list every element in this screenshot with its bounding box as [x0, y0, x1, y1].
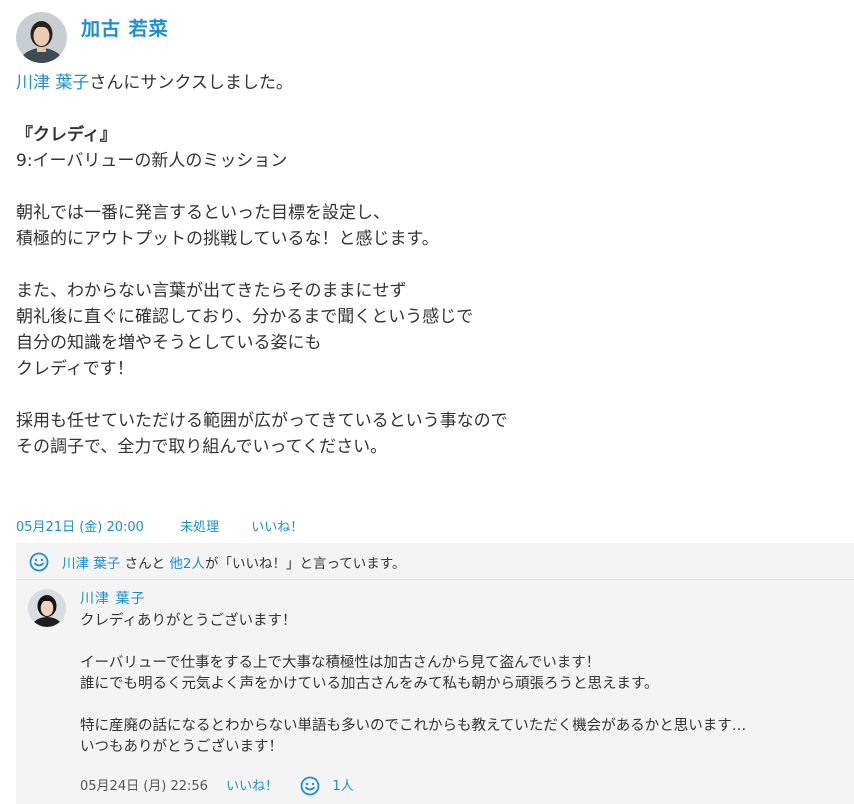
reply-line: [80, 632, 840, 653]
comment-area: 川津 葉子 さんと 他2人が「いいね！」と言っています。 川津 葉子 クレディあ…: [16, 543, 854, 804]
post-line: [16, 382, 836, 408]
status-link[interactable]: 未処理: [180, 520, 219, 535]
reply-author[interactable]: 川津 葉子: [80, 588, 145, 608]
liker-link[interactable]: 川津 葉子: [62, 556, 120, 572]
reply-avatar[interactable]: [28, 589, 66, 627]
reply-meta: 05月24日 (月) 22:56 いいね！ 1人: [80, 775, 354, 797]
post-line: 積極的にアウトプットの挑戦しているな！と感じます。: [16, 229, 439, 249]
likes-suffix: が「いいね！」と言っています。: [204, 556, 406, 572]
reply-line: 誰にでも明るく元気よく声をかけている加古さんをみて私も朝から頑張ろうと思えます。: [80, 676, 659, 692]
likes-summary: 川津 葉子 さんと 他2人が「いいね！」と言っています。: [16, 543, 854, 580]
smile-icon: [29, 552, 49, 572]
likes-text: 川津 葉子 さんと 他2人が「いいね！」と言っています。: [62, 552, 405, 572]
post-line: また、わからない言葉が出てきたらそのままにせず: [16, 281, 407, 301]
likes-mid: さんと: [120, 556, 170, 572]
reply-line: [80, 695, 840, 716]
reply-body: クレディありがとうございます！ イーバリューで仕事をする上で大事な積極性は加古さ…: [80, 611, 840, 758]
reply-like-count[interactable]: 1人: [332, 779, 353, 794]
post-line: その調子で、全力で取り組んでいってください。: [16, 437, 388, 457]
credit-tag: 『クレディ』: [16, 125, 117, 145]
post-line: 自分の知識を増やそうとしている姿にも: [16, 333, 322, 353]
thanks-target-link[interactable]: 川津 葉子: [16, 73, 89, 93]
post-line: クレディです！: [16, 359, 134, 379]
thanks-suffix: さんにサンクスしました。: [89, 73, 293, 93]
post-line: [16, 174, 836, 200]
post-meta: 05月21日 (金) 20:00 未処理 いいね！: [16, 516, 331, 535]
author-name[interactable]: 加古 若菜: [81, 14, 169, 41]
post-card: 加古 若菜 川津 葉子さんにサンクスしました。 『クレディ』 9:イーバリューの…: [0, 0, 854, 804]
thanks-line: 川津 葉子さんにサンクスしました。: [16, 70, 836, 96]
reply-line: 特に産廃の話になるとわからない単語も多いのでこれからも教えていただく機会があるか…: [80, 718, 747, 734]
author-avatar[interactable]: [16, 12, 67, 63]
post-line: 朝礼では一番に発言するといった目標を設定し、: [16, 203, 390, 223]
post-line: 9:イーバリューの新人のミッション: [16, 151, 288, 171]
post-line: 朝礼後に直ぐに確認しており、分かるまで聞くという感じで: [16, 307, 474, 327]
reply-like-link[interactable]: いいね！: [226, 779, 278, 794]
others-link[interactable]: 他2人: [169, 556, 205, 572]
reply-line: イーバリューで仕事をする上で大事な積極性は加古さんから見て盗んでいます！: [80, 655, 601, 671]
post-line: [16, 252, 836, 278]
reply-line: クレディありがとうございます！: [80, 613, 297, 629]
post-body: 川津 葉子さんにサンクスしました。 『クレディ』 9:イーバリューの新人のミッシ…: [16, 70, 836, 460]
post-date[interactable]: 05月21日 (金) 20:00: [16, 520, 144, 535]
smile-icon[interactable]: [300, 776, 320, 796]
reply-line: いつもありがとうございます！: [80, 739, 283, 755]
post-line: 採用も任せていただける範囲が広がってきているという事なので: [16, 411, 508, 431]
reply-date[interactable]: 05月24日 (月) 22:56: [80, 779, 208, 794]
like-link[interactable]: いいね！: [251, 520, 303, 535]
